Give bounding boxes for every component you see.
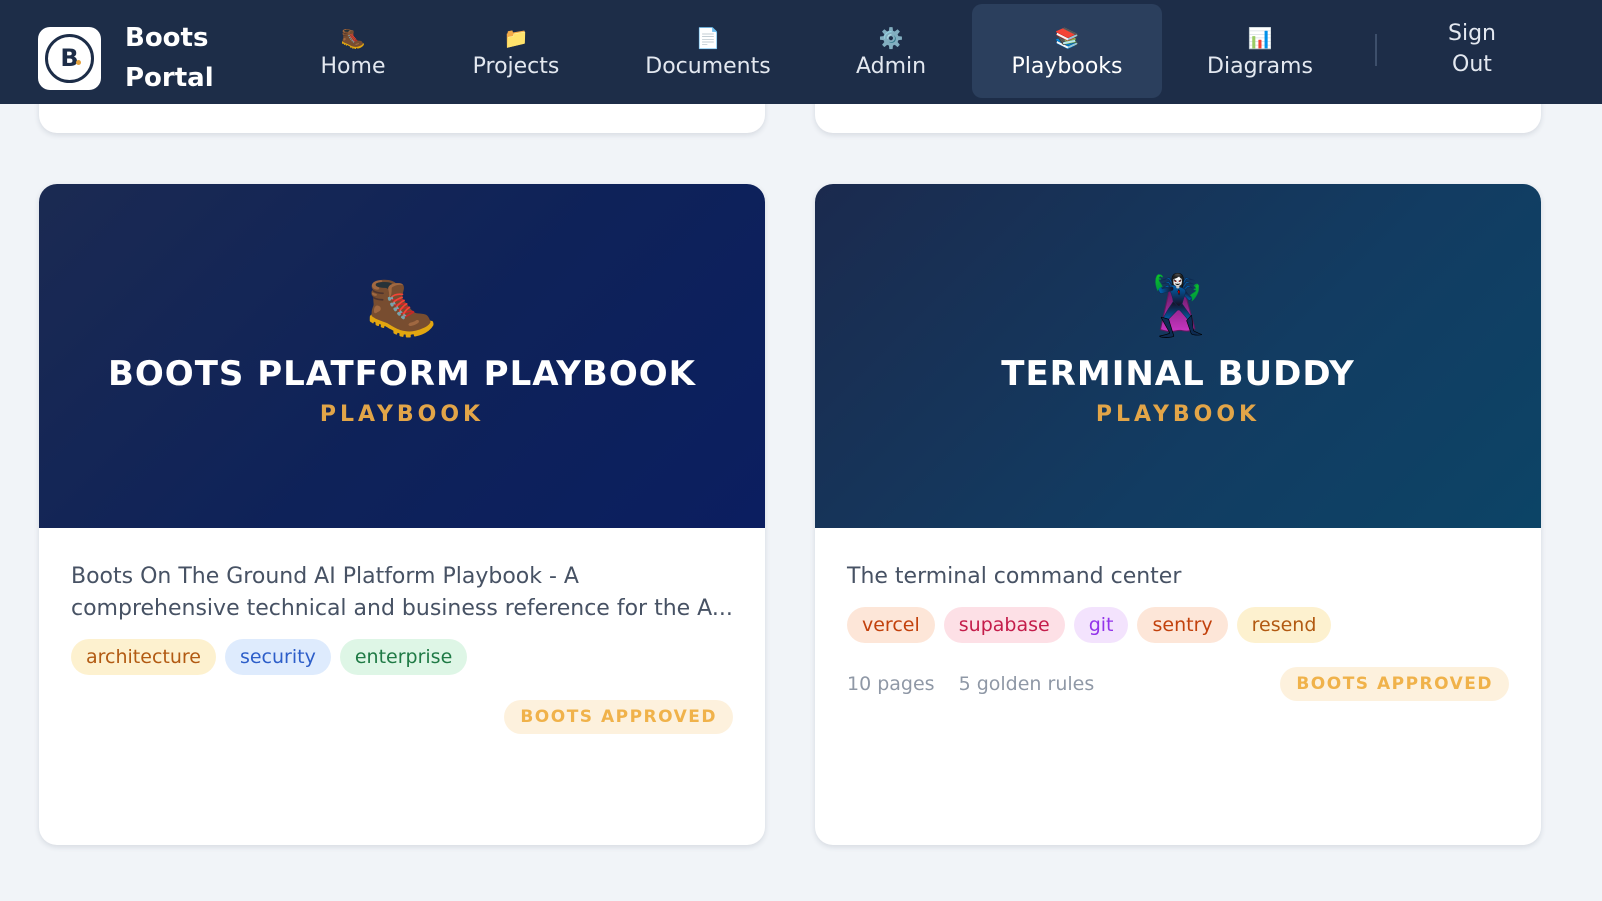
tag-git[interactable]: git xyxy=(1073,607,1129,643)
nav-diagrams[interactable]: 📊 Diagrams xyxy=(1192,4,1328,98)
nav-diagrams-label: Diagrams xyxy=(1207,53,1313,79)
card-description: Boots On The Ground AI Platform Playbook… xyxy=(71,564,733,621)
nav-projects-label: Projects xyxy=(472,53,560,79)
nav-home-label: Home xyxy=(320,53,386,79)
nav-documents-label: Documents xyxy=(645,53,771,79)
card-hero: 🦹‍♀️ TERMINAL BUDDY PLAYBOOK xyxy=(815,184,1541,528)
nav-divider xyxy=(1375,34,1377,66)
status-badge: BOOTS APPROVED xyxy=(504,700,733,734)
nav-admin-label: Admin xyxy=(855,53,927,79)
tag-list: vercel supabase git sentry resend xyxy=(847,607,1509,643)
nav-playbooks-label: Playbooks xyxy=(1011,53,1123,79)
tag-sentry[interactable]: sentry xyxy=(1137,607,1228,643)
tag-enterprise[interactable]: enterprise xyxy=(339,639,468,675)
status-badge: BOOTS APPROVED xyxy=(1280,667,1509,701)
sign-out-line1: Sign xyxy=(1448,21,1496,46)
nav-playbooks[interactable]: 📚 Playbooks xyxy=(972,4,1162,98)
books-icon: 📚 xyxy=(1054,25,1080,50)
folder-icon: 📁 xyxy=(503,25,529,50)
brand-name: Boots Portal xyxy=(125,18,235,98)
tag-security[interactable]: security xyxy=(224,639,331,675)
card-subtitle: PLAYBOOK xyxy=(1095,402,1261,427)
tag-vercel[interactable]: vercel xyxy=(847,607,935,643)
nav-admin[interactable]: ⚙️ Admin xyxy=(840,4,942,98)
logo-letter: B xyxy=(60,44,79,72)
card-hero: 🥾 BOOTS PLATFORM PLAYBOOK PLAYBOOK xyxy=(39,184,765,528)
brand[interactable]: B Boots Portal xyxy=(38,18,235,98)
card-meta: 10 pages 5 golden rules BOOTS APPROVED xyxy=(847,667,1509,701)
playbook-card[interactable]: 🥾 BOOTS PLATFORM PLAYBOOK PLAYBOOK Boots… xyxy=(39,184,765,845)
card-title: TERMINAL BUDDY xyxy=(1001,354,1355,394)
sign-out-button[interactable]: Sign Out xyxy=(1420,18,1524,80)
nav-documents[interactable]: 📄 Documents xyxy=(630,4,786,98)
logo-icon: B xyxy=(38,26,101,90)
card-subtitle: PLAYBOOK xyxy=(319,402,485,427)
bar-chart-icon: 📊 xyxy=(1247,25,1273,50)
tag-resend[interactable]: resend xyxy=(1236,607,1332,643)
brand-name-line1: Boots xyxy=(125,23,209,53)
sign-out-line2: Out xyxy=(1452,52,1492,77)
nav-home[interactable]: 🥾 Home xyxy=(304,4,402,98)
boot-icon: 🥾 xyxy=(340,25,366,50)
document-icon: 📄 xyxy=(695,25,721,50)
golden-rules-count: 5 golden rules xyxy=(958,673,1095,695)
gear-icon: ⚙️ xyxy=(878,25,904,50)
card-description: The terminal command center xyxy=(847,564,1182,589)
tag-supabase[interactable]: supabase xyxy=(943,607,1065,643)
page-count: 10 pages xyxy=(847,673,935,695)
supervillain-icon: 🦹‍♀️ xyxy=(1141,272,1215,340)
nav-projects[interactable]: 📁 Projects xyxy=(454,4,578,98)
playbook-card[interactable]: 🦹‍♀️ TERMINAL BUDDY PLAYBOOK The termina… xyxy=(815,184,1541,845)
brand-name-line2: Portal xyxy=(125,63,214,93)
card-title: BOOTS PLATFORM PLAYBOOK xyxy=(107,354,696,394)
boot-icon: 🥾 xyxy=(365,272,439,340)
top-navbar: B Boots Portal 🥾 Home 📁 Projects 📄 Docum… xyxy=(0,0,1602,104)
tag-list: architecture security enterprise xyxy=(71,639,733,675)
tag-architecture[interactable]: architecture xyxy=(71,639,216,675)
